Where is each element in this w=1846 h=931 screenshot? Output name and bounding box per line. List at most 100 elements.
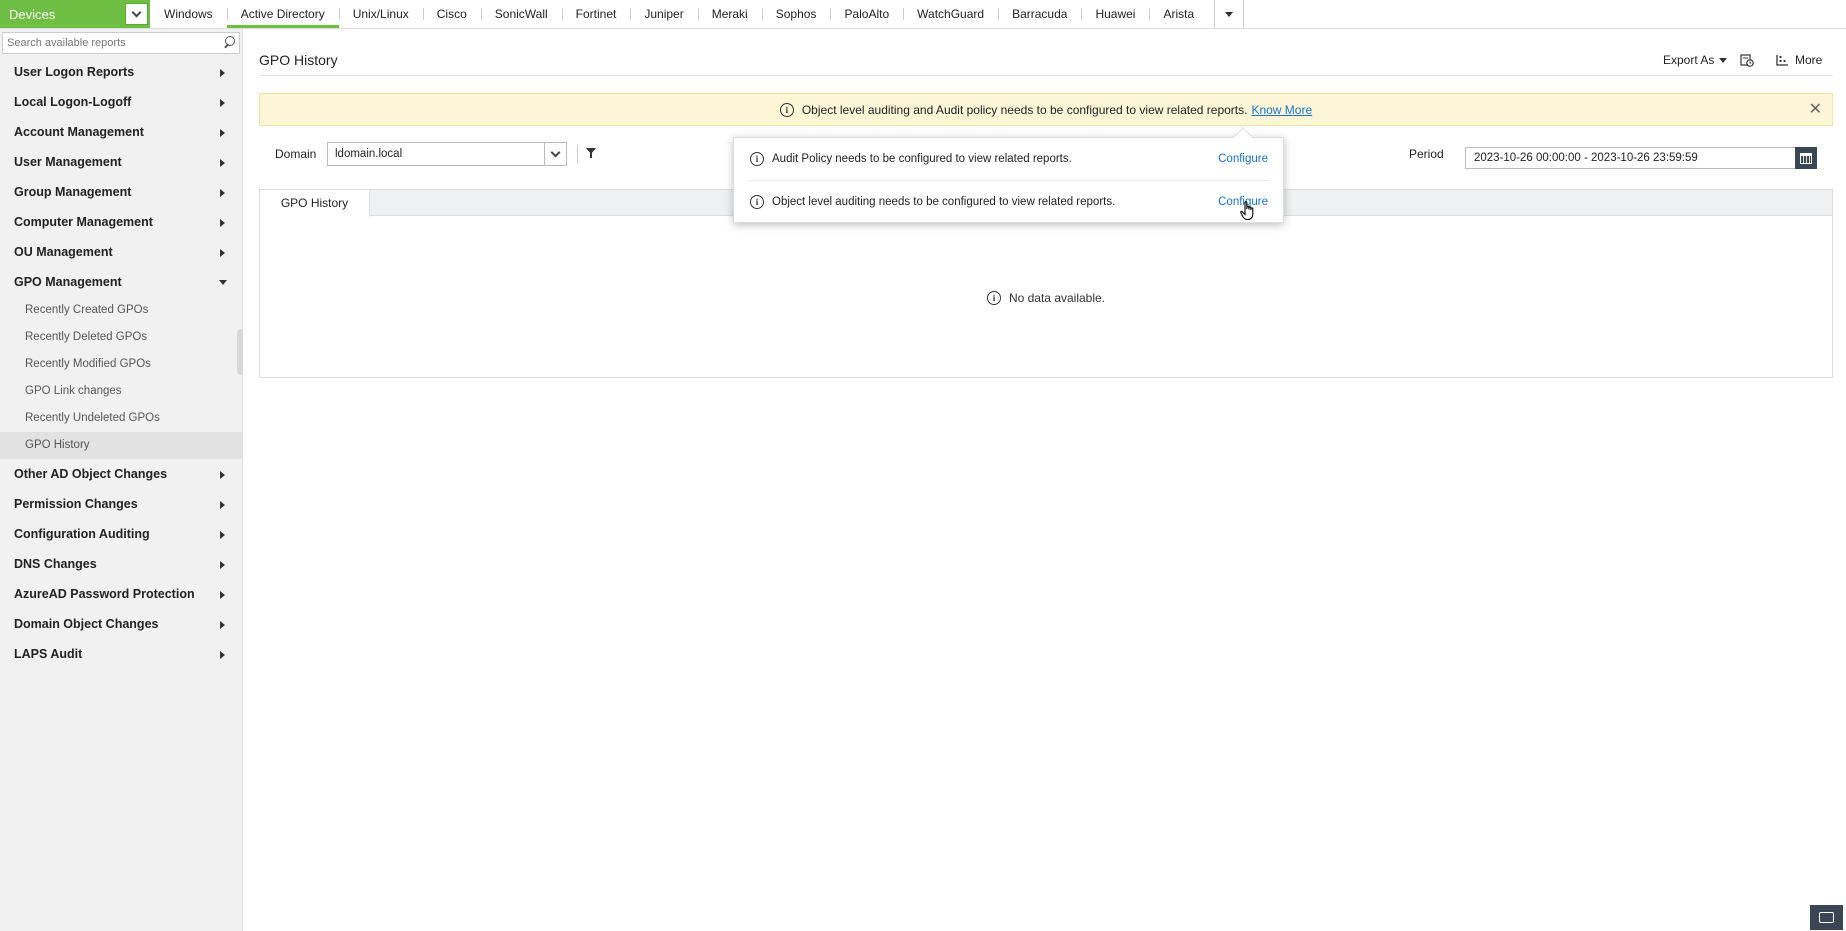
sidebar-subitem-recently-deleted-gpos[interactable]: Recently Deleted GPOs bbox=[0, 324, 242, 351]
sidebar-item-domain-object-changes[interactable]: Domain Object Changes bbox=[0, 609, 242, 639]
sidebar-item-label: User Management bbox=[14, 155, 122, 169]
caret-right-icon bbox=[220, 591, 225, 599]
top-navigation-bar: Devices Windows Active Directory Unix/Li… bbox=[0, 0, 1846, 29]
title-divider bbox=[259, 75, 1833, 76]
tab-active-directory[interactable]: Active Directory bbox=[226, 0, 339, 28]
tab-barracuda[interactable]: Barracuda bbox=[998, 0, 1081, 28]
caret-right-icon bbox=[220, 159, 225, 167]
sidebar-item-gpo-management[interactable]: GPO Management bbox=[0, 267, 242, 297]
sidebar-item-label: Configuration Auditing bbox=[14, 527, 150, 541]
tab-meraki[interactable]: Meraki bbox=[697, 0, 762, 28]
sidebar-item-label: GPO Management bbox=[14, 275, 122, 289]
sidebar-item-permission-changes[interactable]: Permission Changes bbox=[0, 489, 242, 519]
tab-fortinet[interactable]: Fortinet bbox=[561, 0, 631, 28]
configure-popover: i Audit Policy needs to be configured to… bbox=[733, 137, 1284, 223]
caret-right-icon bbox=[220, 249, 225, 257]
sidebar-item-azuread-password-protection[interactable]: AzureAD Password Protection bbox=[0, 579, 242, 609]
popover-row-audit-policy: i Audit Policy needs to be configured to… bbox=[734, 138, 1283, 180]
devices-selector[interactable]: Devices bbox=[0, 0, 150, 28]
caret-down-icon bbox=[219, 280, 227, 285]
caret-right-icon bbox=[220, 129, 225, 137]
sidebar-subitem-gpo-link-changes[interactable]: GPO Link changes bbox=[0, 378, 242, 405]
sidebar-item-account-management[interactable]: Account Management bbox=[0, 117, 242, 147]
info-icon: i bbox=[750, 194, 764, 209]
sidebar-item-user-logon-reports[interactable]: User Logon Reports bbox=[0, 57, 242, 87]
info-icon: i bbox=[986, 291, 1001, 305]
caret-down-icon bbox=[1225, 11, 1234, 17]
domain-dropdown-button[interactable] bbox=[544, 143, 566, 165]
info-icon: i bbox=[779, 102, 794, 117]
sidebar-item-label: AzureAD Password Protection bbox=[14, 587, 195, 601]
tab-watchguard[interactable]: WatchGuard bbox=[903, 0, 998, 28]
sidebar-subitem-gpo-history[interactable]: GPO History bbox=[0, 432, 242, 459]
filter-divider bbox=[577, 145, 578, 163]
tab-huawei[interactable]: Huawei bbox=[1081, 0, 1149, 28]
sidebar-item-ou-management[interactable]: OU Management bbox=[0, 237, 242, 267]
report-search-input[interactable] bbox=[3, 37, 219, 49]
chevron-down-icon bbox=[131, 7, 142, 17]
sidebar-item-label: Computer Management bbox=[14, 215, 153, 229]
know-more-link[interactable]: Know More bbox=[1251, 103, 1312, 117]
tab-arista[interactable]: Arista bbox=[1149, 0, 1208, 28]
configure-audit-policy-link[interactable]: Configure bbox=[1218, 153, 1268, 165]
caret-right-icon bbox=[220, 99, 225, 107]
schedule-report-icon[interactable] bbox=[1740, 53, 1754, 67]
more-button[interactable]: More bbox=[1776, 53, 1822, 67]
device-tabs: Windows Active Directory Unix/Linux Cisc… bbox=[150, 0, 1245, 28]
sidebar: User Logon Reports Local Logon-Logoff Ac… bbox=[0, 29, 243, 931]
page-title: GPO History bbox=[259, 52, 338, 68]
sidebar-item-label: DNS Changes bbox=[14, 557, 97, 571]
devices-label: Devices bbox=[9, 6, 56, 22]
tab-paloalto[interactable]: PaloAlto bbox=[830, 0, 903, 28]
chat-button[interactable] bbox=[1810, 905, 1843, 930]
sidebar-item-label: OU Management bbox=[14, 245, 113, 259]
caret-right-icon bbox=[220, 501, 225, 509]
sidebar-item-label: Group Management bbox=[14, 185, 132, 199]
caret-right-icon bbox=[220, 621, 225, 629]
devices-dropdown-button[interactable] bbox=[125, 3, 148, 25]
domain-value: ldomain.local bbox=[335, 148, 403, 160]
sidebar-item-computer-management[interactable]: Computer Management bbox=[0, 207, 242, 237]
sidebar-item-label: LAPS Audit bbox=[14, 647, 83, 661]
caret-right-icon bbox=[220, 69, 225, 77]
sidebar-item-label: Account Management bbox=[14, 125, 144, 139]
period-input[interactable]: 2023-10-26 00:00:00 - 2023-10-26 23:59:5… bbox=[1465, 147, 1813, 169]
sidebar-subitem-recently-modified-gpos[interactable]: Recently Modified GPOs bbox=[0, 351, 242, 378]
search-icon[interactable] bbox=[219, 33, 239, 53]
filter-icon[interactable] bbox=[586, 148, 596, 158]
sidebar-item-label: Domain Object Changes bbox=[14, 617, 159, 631]
tab-unix-linux[interactable]: Unix/Linux bbox=[338, 0, 423, 28]
tab-cisco[interactable]: Cisco bbox=[422, 0, 481, 28]
tab-sophos[interactable]: Sophos bbox=[761, 0, 831, 28]
calendar-button[interactable] bbox=[1795, 147, 1817, 169]
more-options-icon bbox=[1776, 55, 1788, 66]
sidebar-subitem-recently-undeleted-gpos[interactable]: Recently Undeleted GPOs bbox=[0, 405, 242, 432]
tab-gpo-history[interactable]: GPO History bbox=[260, 190, 370, 217]
export-as-button[interactable]: Export As bbox=[1663, 53, 1728, 67]
popover-row-text: Audit Policy needs to be configured to v… bbox=[772, 153, 1072, 165]
caret-right-icon bbox=[220, 561, 225, 569]
domain-select[interactable]: ldomain.local bbox=[327, 142, 567, 166]
sidebar-item-laps-audit[interactable]: LAPS Audit bbox=[0, 639, 242, 669]
tab-windows[interactable]: Windows bbox=[150, 0, 227, 28]
sidebar-item-label: User Logon Reports bbox=[14, 65, 135, 79]
no-data-text: No data available. bbox=[1008, 291, 1106, 305]
sidebar-item-dns-changes[interactable]: DNS Changes bbox=[0, 549, 242, 579]
more-tabs-button[interactable] bbox=[1214, 0, 1245, 28]
caret-right-icon bbox=[220, 189, 225, 197]
sidebar-item-configuration-auditing[interactable]: Configuration Auditing bbox=[0, 519, 242, 549]
sidebar-item-label: Permission Changes bbox=[14, 497, 138, 511]
more-label: More bbox=[1795, 53, 1823, 67]
sidebar-item-group-management[interactable]: Group Management bbox=[0, 177, 242, 207]
sidebar-item-user-management[interactable]: User Management bbox=[0, 147, 242, 177]
tab-juniper[interactable]: Juniper bbox=[630, 0, 697, 28]
calendar-icon bbox=[1800, 152, 1812, 164]
export-as-label: Export As bbox=[1663, 53, 1715, 67]
tab-sonicwall[interactable]: SonicWall bbox=[480, 0, 562, 28]
sidebar-subitem-recently-created-gpos[interactable]: Recently Created GPOs bbox=[0, 297, 242, 324]
sidebar-item-local-logon-logoff[interactable]: Local Logon-Logoff bbox=[0, 87, 242, 117]
sidebar-item-other-ad-object-changes[interactable]: Other AD Object Changes bbox=[0, 459, 242, 489]
caret-right-icon bbox=[220, 471, 225, 479]
banner-text: Object level auditing and Audit policy n… bbox=[801, 102, 1248, 117]
close-icon[interactable]: ✕ bbox=[1809, 102, 1822, 118]
